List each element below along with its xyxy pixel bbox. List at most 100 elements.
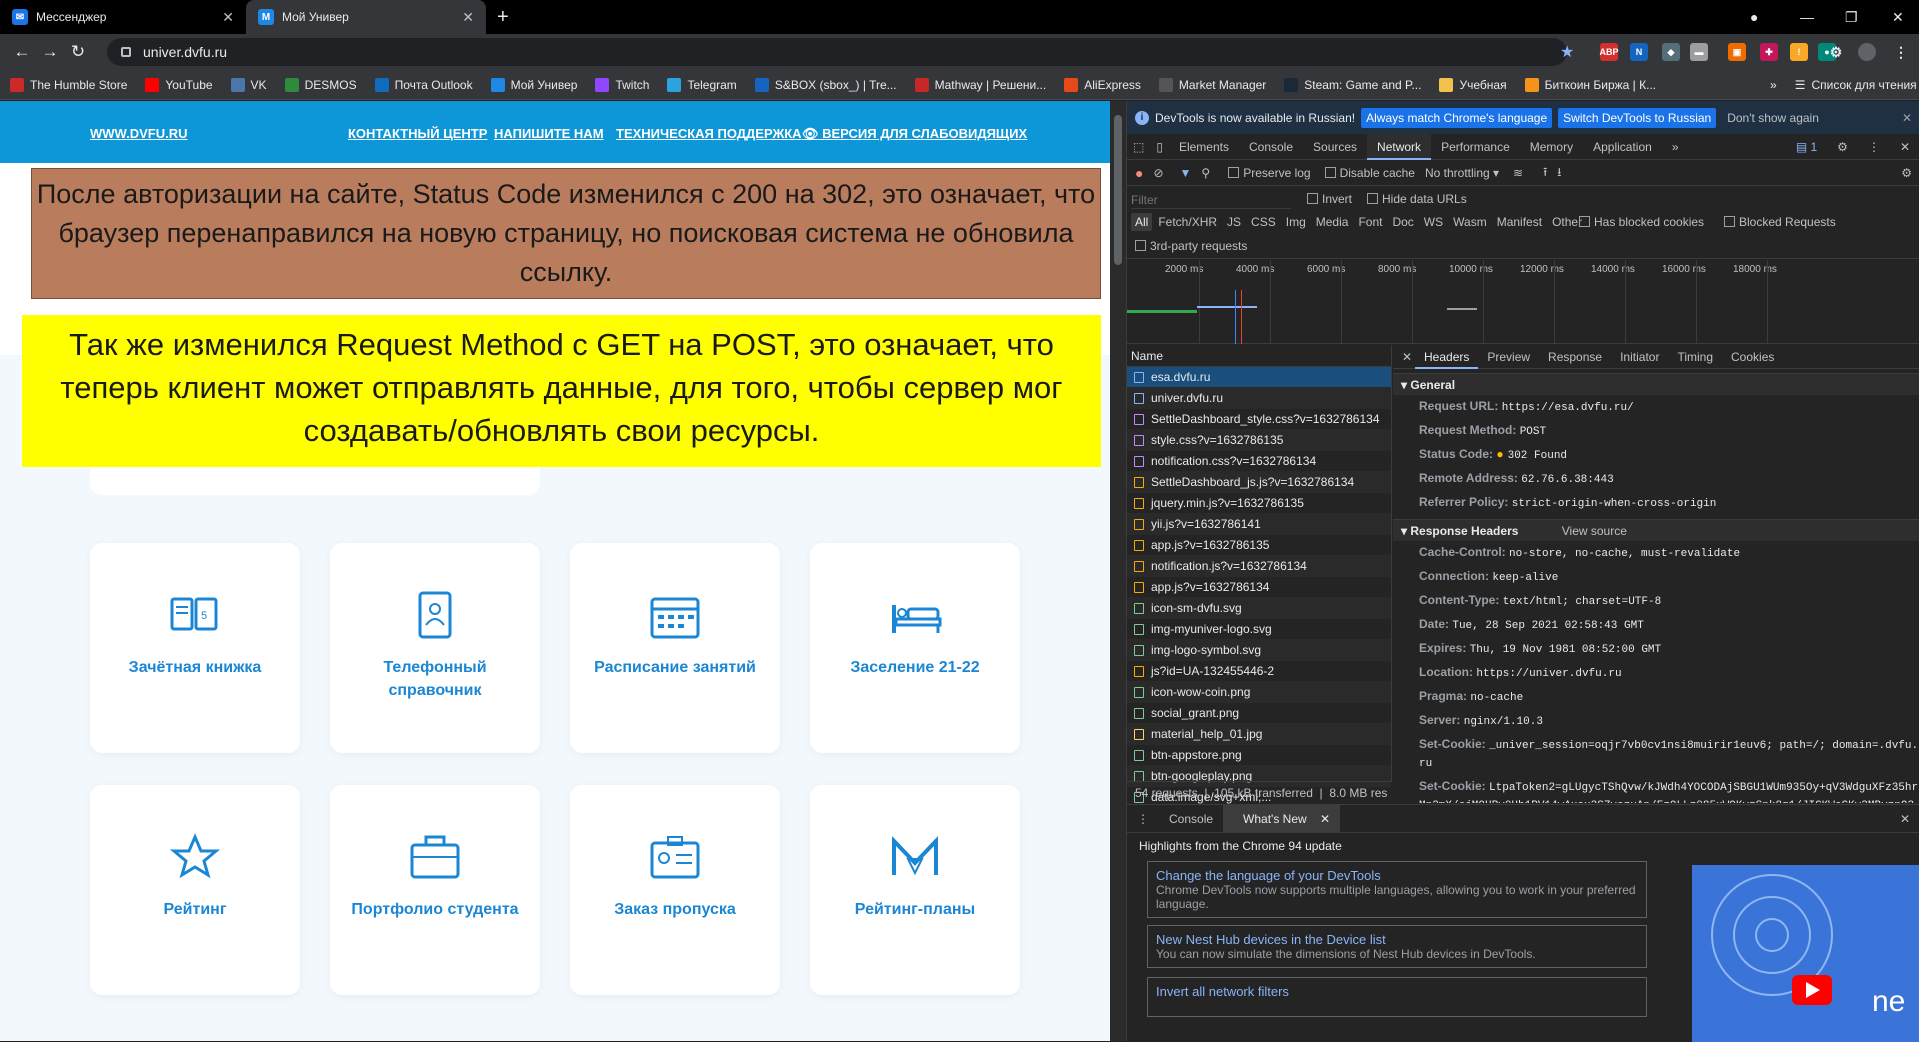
nav-link-contact[interactable]: КОНТАКТНЫЙ ЦЕНТР — [348, 126, 487, 141]
filter-type-button[interactable]: Wasm — [1449, 213, 1491, 231]
settings-icon[interactable]: ⚙ — [1827, 134, 1858, 160]
extension-icon[interactable]: ! — [1790, 43, 1808, 61]
inspect-icon[interactable]: ⬚ — [1127, 134, 1150, 160]
whats-new-item-title[interactable]: Invert all network filters — [1156, 984, 1638, 999]
bookmark-star-icon[interactable]: ★ — [1560, 42, 1574, 62]
close-infobar-icon[interactable]: ✕ — [1902, 111, 1912, 125]
close-tab-icon[interactable]: ✕ — [222, 9, 234, 26]
response-headers-section[interactable]: ▾ Response Headers View source — [1393, 519, 1919, 541]
drawer-tab-whats-new[interactable]: What's New ✕ — [1223, 804, 1341, 833]
request-row[interactable]: notification.css?v=1632786134 — [1127, 451, 1391, 472]
forward-icon[interactable]: → — [36, 42, 64, 62]
request-row[interactable]: icon-wow-coin.png — [1127, 682, 1391, 703]
request-row[interactable]: material_help_01.jpg — [1127, 724, 1391, 745]
filter-type-button[interactable]: All — [1131, 213, 1153, 231]
disable-cache-checkbox[interactable]: Disable cache — [1324, 166, 1415, 180]
bookmark-item[interactable]: VK — [230, 77, 267, 92]
service-card[interactable]: Рейтинг — [90, 785, 300, 995]
bookmark-item[interactable]: Биткоин Биржа | К... — [1524, 77, 1656, 92]
menu-icon[interactable]: ⋮ — [1892, 43, 1910, 61]
whats-new-item[interactable]: New Nest Hub devices in the Device list … — [1147, 925, 1647, 968]
puzzle-icon[interactable]: ⚙ — [1827, 43, 1845, 61]
bookmark-item[interactable]: Telegram — [667, 77, 737, 92]
filter-type-button[interactable]: CSS — [1247, 213, 1280, 231]
hide-data-checkbox[interactable]: Hide data URLs — [1367, 192, 1467, 206]
detail-tab-initiator[interactable]: Initiator — [1611, 345, 1668, 369]
reload-icon[interactable]: ↻ — [64, 42, 92, 62]
nav-link-home[interactable]: WWW.DVFU.RU — [90, 126, 187, 141]
detail-tab-headers[interactable]: Headers — [1415, 345, 1479, 369]
profile-dropdown-icon[interactable]: ● — [1750, 0, 1758, 34]
more-bookmarks-button[interactable]: » — [1770, 78, 1777, 92]
more-options-icon[interactable]: ⋮ — [1858, 134, 1890, 160]
page-scrollbar[interactable] — [1110, 101, 1126, 1041]
bookmark-item[interactable]: DESMOS — [284, 77, 357, 92]
new-tab-button[interactable]: + — [497, 6, 509, 29]
devtools-tab-application[interactable]: Application — [1583, 134, 1662, 160]
drawer-tab-console[interactable]: Console — [1159, 805, 1223, 833]
devtools-tab-sources[interactable]: Sources — [1303, 134, 1367, 160]
clear-icon[interactable]: ⊘ — [1153, 166, 1163, 180]
bookmark-item[interactable]: YouTube — [145, 77, 213, 92]
view-source-link[interactable]: View source — [1562, 524, 1627, 538]
nav-link-write[interactable]: НАПИШИТЕ НАМ — [494, 126, 604, 141]
issues-badge[interactable]: ▤ 1 — [1786, 134, 1827, 160]
filter-type-button[interactable]: Fetch/XHR — [1154, 213, 1221, 231]
request-row[interactable]: SettleDashboard_js.js?v=1632786134 — [1127, 472, 1391, 493]
more-tabs-icon[interactable]: » — [1662, 134, 1689, 160]
request-row[interactable]: yii.js?v=1632786141 — [1127, 514, 1391, 535]
bookmark-item[interactable]: Учебная — [1439, 77, 1507, 92]
request-row[interactable]: icon-sm-dvfu.svg — [1127, 598, 1391, 619]
name-column-header[interactable]: Name — [1127, 345, 1391, 367]
request-row[interactable]: btn-appstore.png — [1127, 745, 1391, 766]
dont-show-button[interactable]: Don't show again — [1722, 108, 1824, 128]
service-card[interactable]: Рейтинг-планы — [810, 785, 1020, 995]
service-card[interactable]: 5 Зачётная книжка — [90, 543, 300, 753]
service-card[interactable]: Портфолио студента — [330, 785, 540, 995]
url-text[interactable]: univer.dvfu.ru — [143, 44, 227, 60]
detail-tab-response[interactable]: Response — [1539, 345, 1611, 369]
blocked-cookies-checkbox[interactable]: Has blocked cookies — [1579, 215, 1704, 229]
whats-new-item-title[interactable]: Change the language of your DevTools — [1156, 868, 1638, 883]
request-row[interactable]: app.js?v=1632786134 — [1127, 577, 1391, 598]
lock-icon[interactable] — [121, 47, 131, 57]
bookmark-item[interactable]: AliExpress — [1064, 77, 1141, 92]
extension-icon[interactable]: N — [1630, 43, 1648, 61]
reading-list-icon[interactable]: ☰ — [1795, 78, 1806, 92]
request-row[interactable]: esa.dvfu.ru — [1127, 367, 1391, 388]
avatar[interactable] — [1858, 43, 1876, 61]
request-row[interactable]: jquery.min.js?v=1632786135 — [1127, 493, 1391, 514]
filter-type-button[interactable]: Media — [1312, 213, 1353, 231]
detail-tab-preview[interactable]: Preview — [1478, 345, 1539, 369]
devtools-tab-performance[interactable]: Performance — [1431, 134, 1520, 160]
request-row[interactable]: social_grant.png — [1127, 703, 1391, 724]
request-row[interactable]: style.css?v=1632786135 — [1127, 430, 1391, 451]
filter-type-button[interactable]: WS — [1420, 213, 1447, 231]
throttling-select[interactable]: No throttling ▾ — [1425, 166, 1499, 180]
general-section-header[interactable]: ▾ General — [1393, 373, 1919, 395]
request-row[interactable]: img-myuniver-logo.svg — [1127, 619, 1391, 640]
import-icon[interactable]: ⭱ — [1543, 163, 1547, 184]
record-icon[interactable]: ● — [1135, 165, 1143, 181]
scrollbar-thumb[interactable] — [1114, 115, 1122, 265]
filter-type-button[interactable]: JS — [1223, 213, 1245, 231]
minimize-button[interactable]: — — [1800, 0, 1814, 34]
whats-new-item-title[interactable]: New Nest Hub devices in the Device list — [1156, 932, 1638, 947]
filter-input[interactable] — [1131, 191, 1291, 209]
bookmark-item[interactable]: Mathway | Решени... — [914, 77, 1046, 92]
preserve-log-checkbox[interactable]: Preserve log — [1228, 166, 1311, 180]
device-toggle-icon[interactable]: ▯ — [1150, 134, 1169, 160]
nav-link-support[interactable]: ТЕХНИЧЕСКАЯ ПОДДЕРЖКА — [616, 126, 802, 141]
back-icon[interactable]: ← — [8, 42, 36, 62]
devtools-tab-console[interactable]: Console — [1239, 134, 1303, 160]
whats-new-item[interactable]: Change the language of your DevTools Chr… — [1147, 861, 1647, 918]
blocked-requests-checkbox[interactable]: Blocked Requests — [1724, 215, 1836, 229]
adblock-icon[interactable]: ABP — [1600, 43, 1619, 61]
service-card[interactable]: Заселение 21-22 — [810, 543, 1020, 753]
switch-russian-button[interactable]: Switch DevTools to Russian — [1558, 107, 1717, 128]
extension-icon[interactable]: ◆ — [1662, 43, 1680, 61]
extension-icon[interactable]: ▬ — [1690, 43, 1708, 61]
nav-link-accessible[interactable]: 👁 ВЕРСИЯ ДЛЯ СЛАБОВИДЯЩИХ — [802, 126, 1027, 142]
bookmark-item[interactable]: Market Manager — [1158, 77, 1266, 92]
request-row[interactable]: SettleDashboard_style.css?v=1632786134 — [1127, 409, 1391, 430]
